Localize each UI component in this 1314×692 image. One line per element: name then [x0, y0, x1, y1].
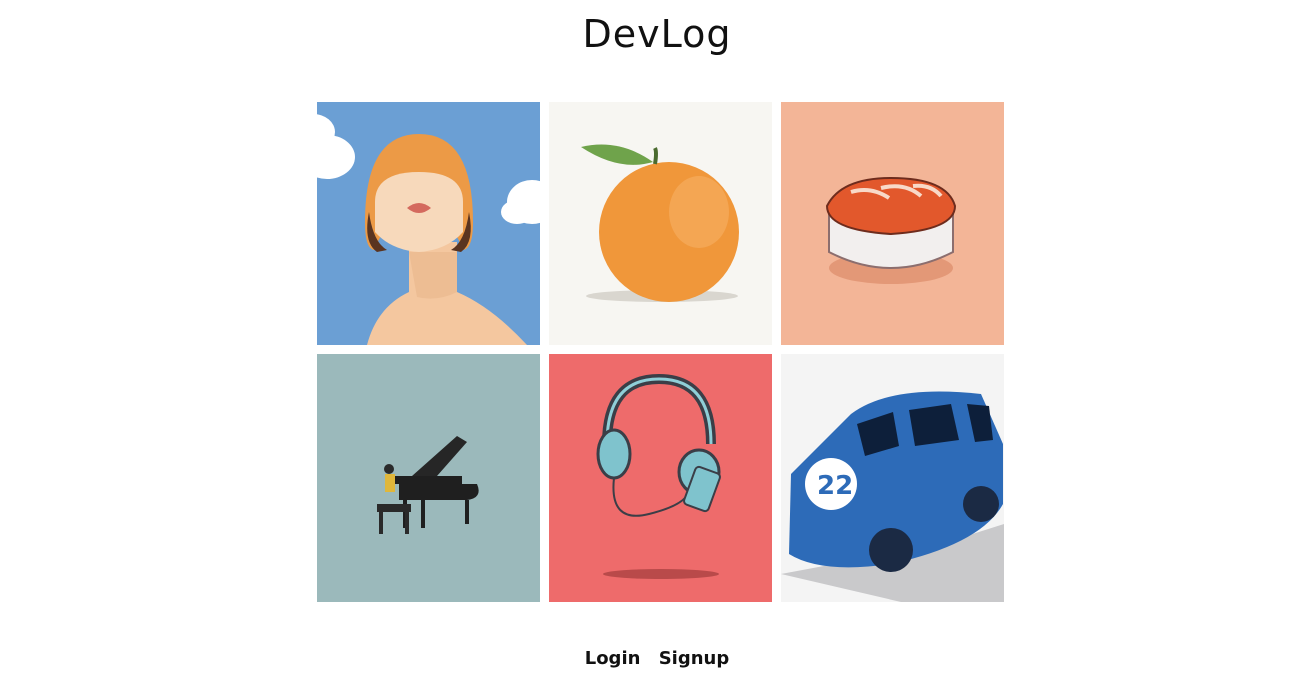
image-gallery: 22 [317, 102, 1005, 602]
woman-portrait-illustration [317, 102, 540, 345]
gallery-tile-sushi[interactable] [781, 102, 1004, 345]
svg-text:22: 22 [817, 471, 853, 501]
signup-link[interactable]: Signup [659, 648, 730, 669]
login-link[interactable]: Login [585, 648, 641, 669]
auth-links: Login Signup [0, 648, 1314, 669]
blue-car-illustration: 22 [781, 354, 1004, 602]
gallery-tile-orange[interactable] [549, 102, 772, 345]
orange-fruit-illustration [549, 102, 772, 345]
grand-piano-illustration [317, 354, 540, 602]
gallery-tile-headphones[interactable] [549, 354, 772, 602]
headphones-illustration [549, 354, 772, 602]
site-title: DevLog [582, 12, 732, 56]
gallery-tile-piano[interactable] [317, 354, 540, 602]
gallery-tile-car[interactable]: 22 [781, 354, 1004, 602]
gallery-tile-portrait[interactable] [317, 102, 540, 345]
sushi-illustration [781, 102, 1004, 345]
